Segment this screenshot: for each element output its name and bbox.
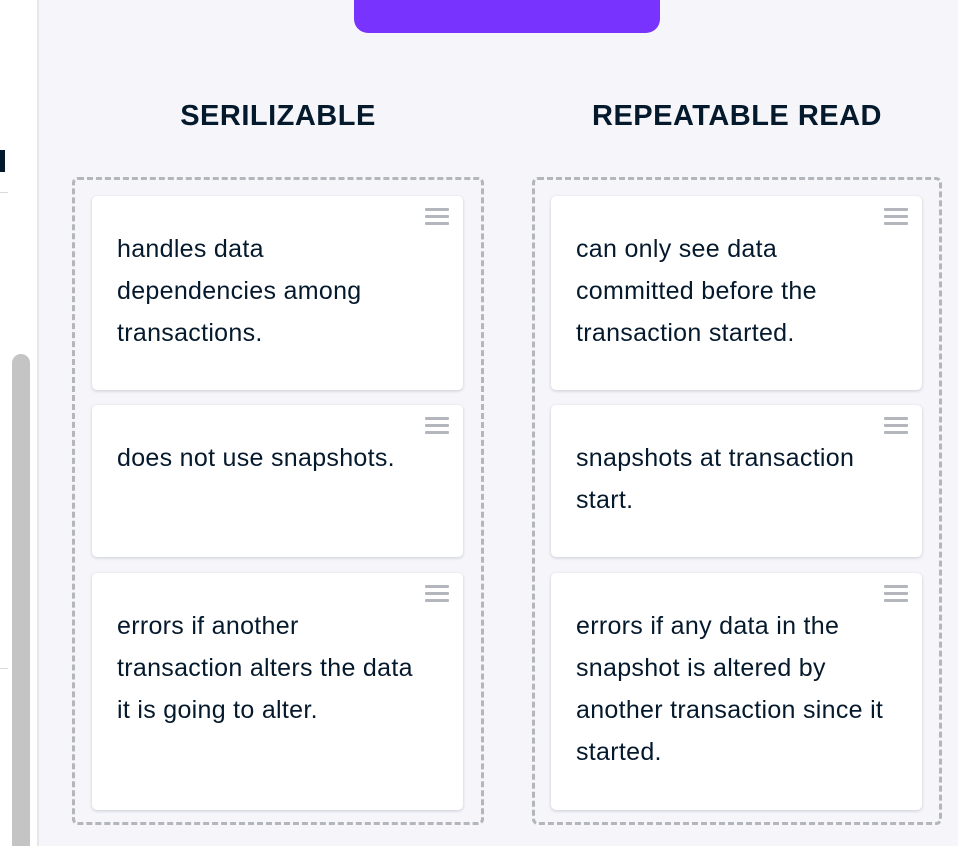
scrollbar-thumb[interactable] bbox=[12, 354, 30, 846]
card-text: snapshots at transaction start. bbox=[576, 444, 855, 514]
column-title-serializable: SERILIZABLE bbox=[180, 100, 376, 132]
drag-handle-icon[interactable] bbox=[425, 417, 449, 439]
draggable-card[interactable]: errors if another transaction alters the… bbox=[92, 573, 463, 810]
sidebar-divider-bottom bbox=[0, 668, 8, 669]
sidebar-text-fragment bbox=[0, 150, 5, 172]
column-title-repeatable-read: REPEATABLE READ bbox=[592, 100, 882, 132]
drag-handle-icon[interactable] bbox=[425, 585, 449, 607]
drag-handle-icon[interactable] bbox=[884, 585, 908, 607]
draggable-card[interactable]: snapshots at transaction start. bbox=[551, 405, 922, 557]
card-text: errors if any data in the snapshot is al… bbox=[576, 612, 884, 766]
card-text: does not use snapshots. bbox=[117, 444, 395, 472]
sidebar-divider-top bbox=[0, 192, 8, 193]
draggable-card[interactable]: errors if any data in the snapshot is al… bbox=[551, 573, 922, 810]
drag-handle-icon[interactable] bbox=[884, 208, 908, 230]
draggable-card[interactable]: handles data dependencies among transact… bbox=[92, 196, 463, 390]
left-panel bbox=[0, 0, 39, 846]
submit-button[interactable] bbox=[354, 0, 660, 33]
card-text: handles data dependencies among transact… bbox=[117, 235, 362, 347]
drag-handle-icon[interactable] bbox=[884, 417, 908, 439]
draggable-card[interactable]: does not use snapshots. bbox=[92, 405, 463, 557]
draggable-card[interactable]: can only see data committed before the t… bbox=[551, 196, 922, 390]
drag-handle-icon[interactable] bbox=[425, 208, 449, 230]
card-text: can only see data committed before the t… bbox=[576, 235, 817, 347]
card-text: errors if another transaction alters the… bbox=[117, 612, 413, 724]
